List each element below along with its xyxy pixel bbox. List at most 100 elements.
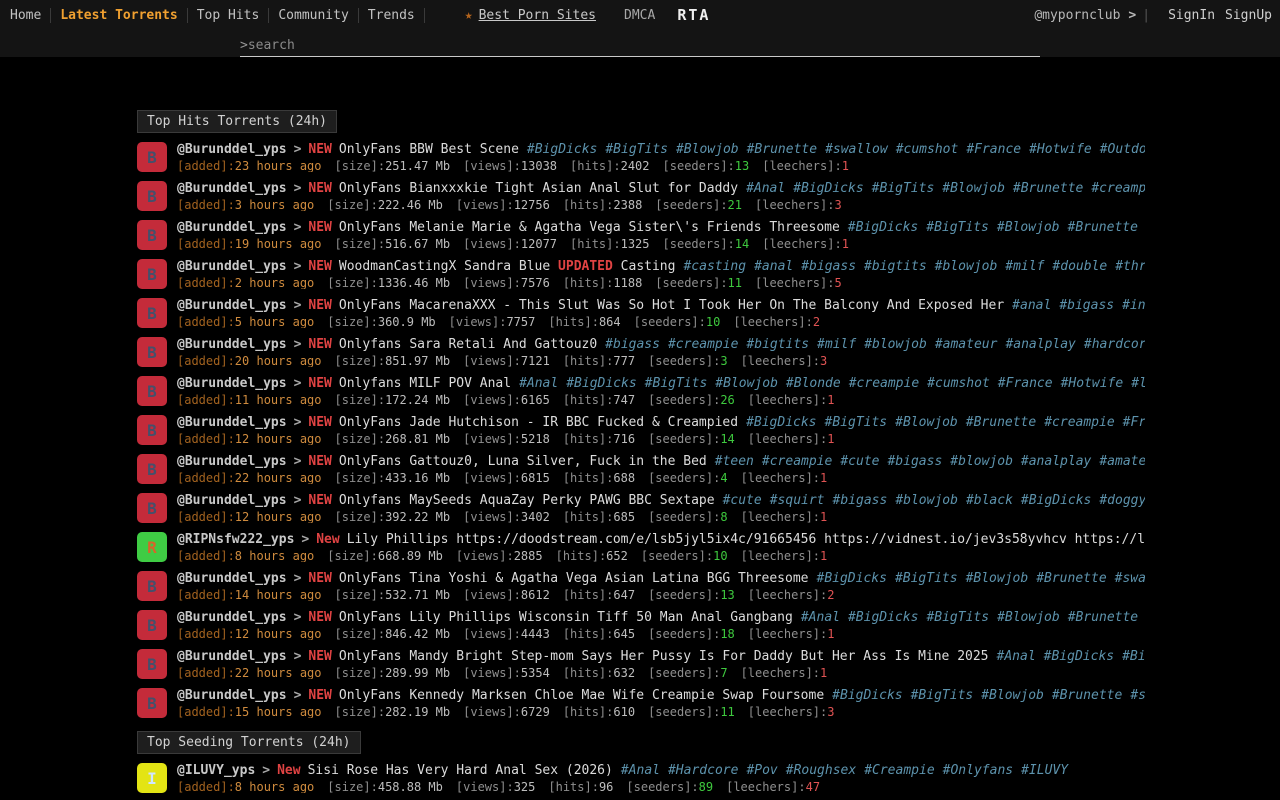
tag-link[interactable]: #BigTits (605, 142, 668, 157)
tag-link[interactable]: #Anal (621, 763, 660, 778)
tag-link[interactable]: #squirt (770, 493, 825, 508)
avatar[interactable]: B (137, 220, 167, 250)
tag-link[interactable]: #amateur (1099, 454, 1145, 469)
account-link[interactable]: @mypornclub (1034, 8, 1120, 23)
tag-link[interactable]: #Hotwife (1061, 376, 1124, 391)
torrent-title[interactable]: OnlyFans Mandy Bright Step-mom Says Her … (339, 649, 989, 664)
tag-link[interactable]: #Anal (801, 610, 840, 625)
tag-link[interactable]: #analplay (1005, 337, 1075, 352)
tag-link[interactable]: #BigDicks (1044, 649, 1114, 664)
tag-link[interactable]: #teen (715, 454, 754, 469)
tag-link[interactable]: #Brunette (1068, 220, 1138, 235)
dmca-link[interactable]: DMCA (624, 8, 655, 23)
tag-link[interactable]: #hardcore (1084, 337, 1145, 352)
tag-link[interactable]: #creampie (668, 337, 738, 352)
tag-link[interactable]: #bigass (801, 259, 856, 274)
tag-link[interactable]: #milf (1005, 259, 1044, 274)
tag-link[interactable]: #bigass (1059, 298, 1114, 313)
tag-link[interactable]: #threesome… (1115, 259, 1145, 274)
avatar[interactable]: B (137, 610, 167, 640)
tag-link[interactable]: #Blonde (786, 376, 841, 391)
torrent-user[interactable]: @Burunddel_yps (177, 220, 287, 235)
tag-link[interactable]: #BigDicks (566, 376, 636, 391)
tag-link[interactable]: #Brunette (1068, 610, 1138, 625)
tag-link[interactable]: #BigDicks (848, 610, 918, 625)
tag-link[interactable]: #BigTits (926, 220, 989, 235)
tag-link[interactable]: #milf (817, 337, 856, 352)
tag-link[interactable]: #bigass (887, 454, 942, 469)
avatar[interactable]: B (137, 415, 167, 445)
torrent-title[interactable]: WoodmanCastingX Sandra Blue (339, 259, 558, 274)
tag-link[interactable]: #anal (1012, 298, 1051, 313)
tag-link[interactable]: #Pov (746, 763, 777, 778)
torrent-title-highlight[interactable]: UPDATED (558, 259, 613, 274)
tag-link[interactable]: #BigDicks (848, 220, 918, 235)
torrent-user[interactable]: @Burunddel_yps (177, 259, 287, 274)
tag-link[interactable]: #casting (683, 259, 746, 274)
tag-link[interactable]: #creampie (1091, 181, 1145, 196)
tag-link[interactable]: #Blowjob (942, 181, 1005, 196)
nav-item-top-hits[interactable]: Top Hits (188, 8, 270, 23)
torrent-user[interactable]: @Burunddel_yps (177, 337, 287, 352)
torrent-title[interactable]: OnlyFans MacarenaXXX - This Slut Was So … (339, 298, 1004, 313)
torrent-title[interactable]: Sisi Rose Has Very Hard Anal Sex (2026) (308, 763, 613, 778)
tag-link[interactable]: #Blowjob (676, 142, 739, 157)
tag-link[interactable]: #Brunette (1013, 181, 1083, 196)
torrent-user[interactable]: @Burunddel_yps (177, 493, 287, 508)
torrent-title[interactable]: Onlyfans MaySeeds AquaZay Perky PAWG BBC… (339, 493, 715, 508)
tag-link[interactable]: #BigDicks (746, 415, 816, 430)
tag-link[interactable]: #creampie (1044, 415, 1114, 430)
torrent-title[interactable]: Onlyfans Sara Retali And Gattouz0 (339, 337, 597, 352)
avatar[interactable]: R (137, 532, 167, 562)
torrent-user[interactable]: @Burunddel_yps (177, 688, 287, 703)
tag-link[interactable]: #Blowjob (715, 376, 778, 391)
torrent-title[interactable]: OnlyFans Tina Yoshi & Agatha Vega Asian … (339, 571, 809, 586)
tag-link[interactable]: #Hardcore (668, 763, 738, 778)
torrent-title[interactable]: Lily Phillips https://doodstream.com/e/l… (347, 532, 1145, 547)
avatar[interactable]: B (137, 142, 167, 172)
tag-link[interactable]: #BigTits (872, 181, 935, 196)
avatar[interactable]: B (137, 454, 167, 484)
tag-link[interactable]: #Blowjob (997, 220, 1060, 235)
tag-link[interactable]: #blowjob (895, 493, 958, 508)
tag-link[interactable]: #Brunette (966, 415, 1036, 430)
avatar[interactable]: I (137, 763, 167, 793)
signup-link[interactable]: SignUp (1225, 8, 1272, 23)
torrent-user[interactable]: @Burunddel_yps (177, 649, 287, 664)
torrent-title[interactable]: OnlyFans Bianxxxkie Tight Asian Anal Slu… (339, 181, 738, 196)
tag-link[interactable]: #Outdoors (1100, 142, 1145, 157)
avatar[interactable]: B (137, 376, 167, 406)
torrent-user[interactable]: @Burunddel_yps (177, 298, 287, 313)
tag-link[interactable]: #Anal (519, 376, 558, 391)
torrent-title[interactable]: Casting (613, 259, 676, 274)
avatar[interactable]: B (137, 181, 167, 211)
tag-link[interactable]: #cumshot (927, 376, 990, 391)
tag-link[interactable]: #BigTits (825, 415, 888, 430)
tag-link[interactable]: #ILUVY (1021, 763, 1068, 778)
tag-link[interactable]: #interrac… (1122, 298, 1145, 313)
tag-link[interactable]: #Blowjob (895, 415, 958, 430)
torrent-user[interactable]: @RIPNsfw222_yps (177, 532, 294, 547)
tag-link[interactable]: #blowjob (935, 259, 998, 274)
tag-link[interactable]: #cute (840, 454, 879, 469)
avatar[interactable]: B (137, 298, 167, 328)
tag-link[interactable]: #bigass (605, 337, 660, 352)
tag-link[interactable]: #Onlyfans (943, 763, 1013, 778)
torrent-user[interactable]: @Burunddel_yps (177, 610, 287, 625)
tag-link[interactable]: #double (1052, 259, 1107, 274)
tag-link[interactable]: #Blowjob (997, 610, 1060, 625)
torrent-title[interactable]: OnlyFans Lily Phillips Wisconsin Tiff 50… (339, 610, 793, 625)
tag-link[interactable]: #France (966, 142, 1021, 157)
tag-link[interactable]: #BigDicks (817, 571, 887, 586)
avatar[interactable]: B (137, 571, 167, 601)
torrent-title[interactable]: Onlyfans MILF POV Anal (339, 376, 511, 391)
torrent-title[interactable]: OnlyFans Kennedy Marksen Chloe Mae Wife … (339, 688, 824, 703)
best-sites-link[interactable]: ★ Best Porn Sites (465, 8, 596, 23)
tag-link[interactable]: #swallow… (1130, 688, 1145, 703)
tag-link[interactable]: #bigass (833, 493, 888, 508)
avatar[interactable]: B (137, 493, 167, 523)
tag-link[interactable]: #BigTits (895, 571, 958, 586)
tag-link[interactable]: #Anal (997, 649, 1036, 664)
tag-link[interactable]: #Blowjob (981, 688, 1044, 703)
avatar[interactable]: B (137, 649, 167, 679)
